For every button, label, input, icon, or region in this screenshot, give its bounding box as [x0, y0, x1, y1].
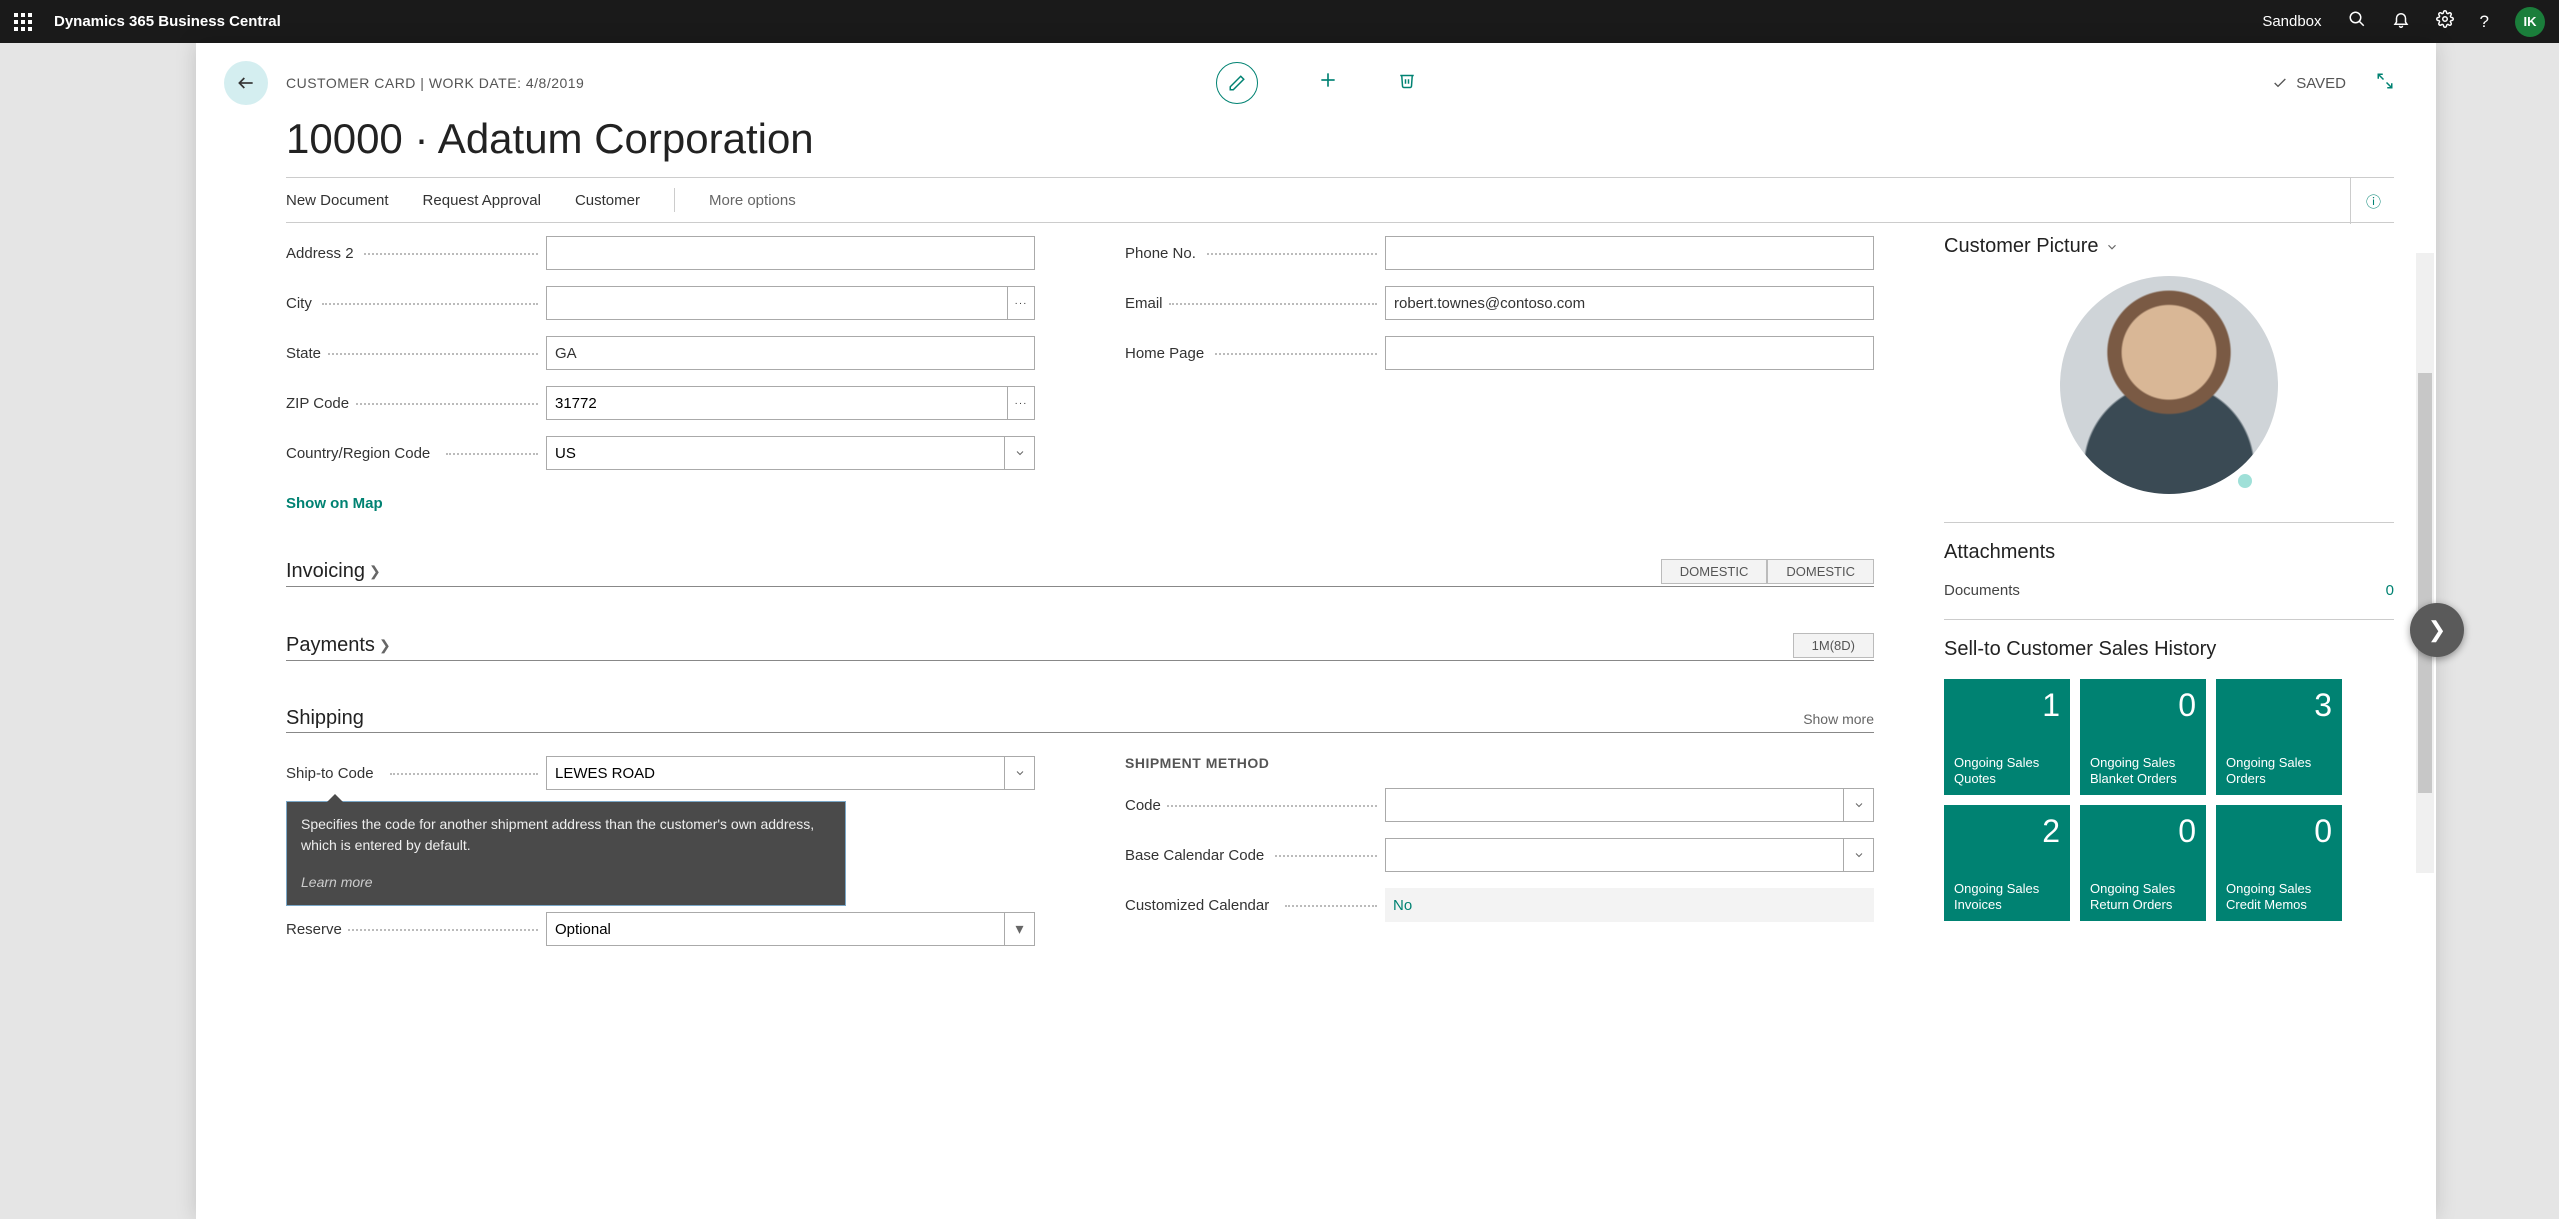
input-zip[interactable] — [546, 386, 1007, 420]
input-ship-to-code[interactable] — [546, 756, 1005, 790]
action-request-approval[interactable]: Request Approval — [423, 192, 541, 209]
tile-ongoing-sales-credit-memos[interactable]: 0Ongoing Sales Credit Memos — [2216, 805, 2342, 921]
invoicing-tag1: DOMESTIC — [1661, 559, 1768, 584]
attachments-title: Attachments — [1944, 541, 2394, 564]
collapse-icon[interactable] — [2376, 72, 2394, 94]
label-state: State — [286, 345, 546, 362]
input-reserve[interactable] — [546, 912, 1005, 946]
tiles-row-1: 1Ongoing Sales Quotes 0Ongoing Sales Bla… — [1944, 679, 2394, 795]
label-zip: ZIP Code — [286, 395, 546, 412]
factbox-pane: Customer Picture Attachments Documents 0… — [1914, 235, 2394, 1179]
show-on-map-link[interactable]: Show on Map — [286, 495, 383, 512]
input-phone[interactable] — [1385, 236, 1874, 270]
label-homepage: Home Page — [1125, 345, 1385, 362]
action-customer[interactable]: Customer — [575, 192, 640, 209]
customer-picture[interactable] — [2060, 276, 2278, 494]
label-address2: Address 2 — [286, 245, 546, 262]
dropdown-country-button[interactable] — [1005, 436, 1035, 470]
label-shipment-code: Code — [1125, 797, 1385, 814]
input-country[interactable] — [546, 436, 1005, 470]
input-shipment-code[interactable] — [1385, 788, 1844, 822]
lookup-city-button[interactable]: ··· — [1007, 286, 1035, 320]
dropdown-ship-to-code-button[interactable] — [1005, 756, 1035, 790]
value-customized-calendar: No — [1385, 888, 1874, 922]
tile-ongoing-sales-blanket-orders[interactable]: 0Ongoing Sales Blanket Orders — [2080, 679, 2206, 795]
input-email[interactable] — [1385, 286, 1874, 320]
input-homepage[interactable] — [1385, 336, 1874, 370]
attachments-documents-count[interactable]: 0 — [2386, 582, 2394, 599]
chevron-down-icon — [2105, 240, 2119, 254]
label-customized-calendar: Customized Calendar — [1125, 897, 1385, 914]
input-state[interactable] — [546, 336, 1035, 370]
input-base-calendar[interactable] — [1385, 838, 1844, 872]
bell-icon[interactable] — [2392, 10, 2410, 33]
section-payments[interactable]: Payments ❯ — [286, 634, 391, 657]
section-shipping[interactable]: Shipping — [286, 707, 364, 730]
label-country: Country/Region Code — [286, 445, 546, 462]
chevron-right-icon: ❯ — [379, 637, 391, 654]
action-bar: New Document Request Approval Customer M… — [286, 177, 2394, 223]
delete-button[interactable] — [1398, 70, 1416, 96]
dropdown-shipment-code-button[interactable] — [1844, 788, 1874, 822]
chevron-right-icon: ❯ — [369, 563, 381, 580]
tile-ongoing-sales-return-orders[interactable]: 0Ongoing Sales Return Orders — [2080, 805, 2206, 921]
tile-ongoing-sales-invoices[interactable]: 2Ongoing Sales Invoices — [1944, 805, 2070, 921]
tiles-row-2: 2Ongoing Sales Invoices 0Ongoing Sales R… — [1944, 805, 2394, 921]
user-avatar[interactable]: IK — [2515, 7, 2545, 37]
input-city[interactable] — [546, 286, 1007, 320]
tile-ongoing-sales-quotes[interactable]: 1Ongoing Sales Quotes — [1944, 679, 2070, 795]
tooltip-text: Specifies the code for another shipment … — [301, 814, 831, 856]
search-icon[interactable] — [2348, 10, 2366, 33]
shipment-method-heading: SHIPMENT METHOD — [1125, 755, 1874, 771]
invoicing-tag2: DOMESTIC — [1767, 559, 1874, 584]
action-new-document[interactable]: New Document — [286, 192, 389, 209]
breadcrumb: CUSTOMER CARD | WORK DATE: 4/8/2019 — [286, 75, 584, 91]
gear-icon[interactable] — [2436, 10, 2454, 33]
info-icon[interactable]: ⓘ — [2350, 178, 2396, 224]
app-launcher-icon[interactable] — [14, 13, 32, 31]
new-button[interactable] — [1318, 70, 1338, 96]
tooltip-learn-more[interactable]: Learn more — [301, 872, 831, 893]
app-title: Dynamics 365 Business Central — [54, 13, 281, 30]
top-bar: Dynamics 365 Business Central Sandbox ? … — [0, 0, 2559, 43]
main-column: Address 2 City ··· State — [286, 235, 1914, 1179]
scrollbar[interactable] — [2416, 253, 2434, 873]
dropdown-reserve-button[interactable]: ▾ — [1005, 912, 1035, 946]
environment-label: Sandbox — [2262, 13, 2321, 30]
page-title: 10000 · Adatum Corporation — [196, 105, 2436, 177]
back-button[interactable] — [224, 61, 268, 105]
dropdown-base-calendar-button[interactable] — [1844, 838, 1874, 872]
lookup-zip-button[interactable]: ··· — [1007, 386, 1035, 420]
sales-history-title: Sell-to Customer Sales History — [1944, 638, 2394, 661]
input-address2[interactable] — [546, 236, 1035, 270]
saved-indicator: SAVED — [2272, 75, 2346, 92]
divider — [674, 188, 675, 212]
help-icon[interactable]: ? — [2480, 12, 2489, 32]
field-tooltip: Specifies the code for another shipment … — [286, 801, 846, 906]
label-city: City — [286, 295, 546, 312]
attachments-documents-label: Documents — [1944, 582, 2020, 599]
edit-button[interactable] — [1216, 62, 1258, 104]
shipping-show-more[interactable]: Show more — [1803, 711, 1874, 727]
section-invoicing[interactable]: Invoicing ❯ — [286, 560, 381, 583]
customer-picture-title[interactable]: Customer Picture — [1944, 235, 2394, 258]
expand-factbox-button[interactable]: ❯ — [2410, 603, 2464, 657]
action-more-options[interactable]: More options — [709, 192, 796, 209]
label-base-calendar: Base Calendar Code — [1125, 847, 1385, 864]
label-phone: Phone No. — [1125, 245, 1385, 262]
label-email: Email — [1125, 295, 1385, 312]
tile-ongoing-sales-orders[interactable]: 3Ongoing Sales Orders — [2216, 679, 2342, 795]
payments-tag: 1M(8D) — [1793, 633, 1874, 658]
label-reserve: Reserve — [286, 921, 546, 938]
label-ship-to-code: Ship-to Code — [286, 765, 546, 782]
customer-card: CUSTOMER CARD | WORK DATE: 4/8/2019 SAVE… — [196, 43, 2436, 1219]
